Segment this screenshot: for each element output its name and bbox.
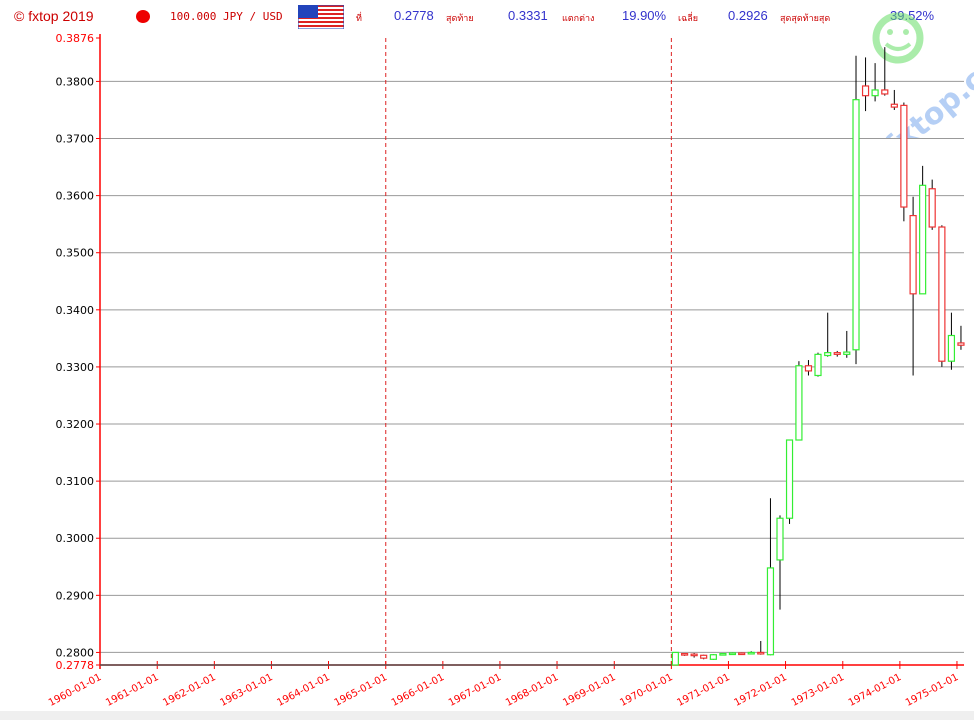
candle-up <box>785 439 794 519</box>
candle-up <box>766 567 775 656</box>
candle-down <box>890 103 898 108</box>
candle-down <box>900 104 908 208</box>
candle-down <box>680 652 689 656</box>
candlestick-chart: 0.3876 0.3800 0.3700 0.3600 0.3500 0.3400 0.33… <box>47 32 965 709</box>
candle-up <box>871 89 879 97</box>
candle-down <box>690 653 698 657</box>
candle-up <box>671 651 679 666</box>
x-tick-label: 1970-01-01 <box>618 672 674 709</box>
candle-up <box>747 651 755 655</box>
candle-up <box>824 352 832 357</box>
y-tick-label: 0.2800 <box>56 646 95 659</box>
x-tick-label: 1974-01-01 <box>847 672 903 709</box>
candle-up <box>795 365 803 441</box>
candle-up <box>728 652 737 656</box>
x-tick-label: 1963-01-01 <box>218 672 274 709</box>
candle-down <box>957 342 965 346</box>
candle-up <box>947 334 956 362</box>
x-tick-label: 1962-01-01 <box>161 672 217 709</box>
y-tick-label: 0.3000 <box>56 532 95 545</box>
y-tick-label: 0.3700 <box>56 133 95 146</box>
x-tick-label: 1971-01-01 <box>675 672 731 709</box>
candle-down <box>909 214 917 295</box>
y-tick-label: 0.3400 <box>56 304 95 317</box>
y-tick-label: 0.3800 <box>56 75 95 88</box>
candle-down <box>861 85 870 97</box>
candle-up <box>814 353 822 377</box>
x-tick-label: 1973-01-01 <box>790 672 846 709</box>
x-tick-label: 1965-01-01 <box>333 672 389 709</box>
vertical-markers <box>385 38 672 665</box>
candle-up <box>709 654 717 660</box>
candle-down <box>804 365 813 372</box>
x-tick-label: 1964-01-01 <box>275 672 331 709</box>
candle-up <box>843 351 851 355</box>
candle-down <box>881 89 889 95</box>
candle-down <box>700 654 708 659</box>
y-tick-label: 0.3500 <box>56 247 95 260</box>
candle-down <box>938 226 946 362</box>
x-tick-label: 1975-01-01 <box>904 672 960 709</box>
candles <box>100 47 965 666</box>
y-tick-label: 0.2778 <box>56 659 95 672</box>
axes <box>99 34 964 669</box>
x-tick-label: 1972-01-01 <box>732 672 788 709</box>
y-tick-label: 0.3876 <box>56 32 95 45</box>
x-tick-label: 1966-01-01 <box>390 672 446 709</box>
y-tick-label: 0.3200 <box>56 418 95 431</box>
y-tick-label: 0.3300 <box>56 361 95 374</box>
x-tick-label: 1960-01-01 <box>47 672 103 709</box>
x-tick-label: 1969-01-01 <box>561 672 617 709</box>
gridlines <box>100 80 964 653</box>
candle-up <box>776 517 784 561</box>
x-axis-ticks: 1960-01-01 1961-01-01 1962-01-01 1963-01-01… <box>47 661 960 709</box>
candle-up <box>719 652 727 656</box>
candle-up <box>852 99 860 351</box>
y-axis-ticks: 0.3876 0.3800 0.3700 0.3600 0.3500 0.3400 0.33… <box>56 32 100 672</box>
candle-up <box>919 184 927 295</box>
y-tick-label: 0.2900 <box>56 589 95 602</box>
y-tick-label: 0.3100 <box>56 475 95 488</box>
y-tick-label: 0.3600 <box>56 190 95 203</box>
x-tick-label: 1968-01-01 <box>504 672 560 709</box>
candle-down <box>757 651 765 655</box>
x-tick-label: 1961-01-01 <box>104 672 160 709</box>
candle-down <box>738 652 746 656</box>
x-tick-label: 1967-01-01 <box>447 672 503 709</box>
bottom-scrollbar[interactable] <box>0 711 974 720</box>
candle-down <box>833 352 841 355</box>
candle-down <box>928 188 936 228</box>
